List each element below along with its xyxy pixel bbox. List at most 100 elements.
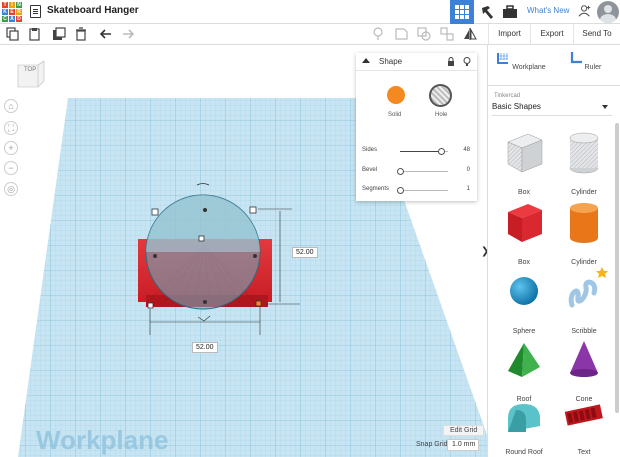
logo-letter: T [2, 2, 8, 8]
shape-label: Box [517, 189, 531, 196]
resize-handle[interactable] [249, 206, 257, 214]
ruler-icon [570, 52, 582, 64]
box-hole-icon [507, 133, 543, 173]
copy-icon[interactable] [6, 27, 20, 41]
shapes-library-panel: Workplane Ruler Tinkercad Basic Shapes B… [487, 45, 620, 457]
zoom-in-icon[interactable]: + [4, 141, 18, 155]
perspective-icon[interactable]: ◎ [4, 182, 18, 196]
edit-toolbar: Import Export Send To [0, 24, 620, 45]
export-button[interactable]: Export [530, 24, 573, 44]
hammer-icon[interactable] [479, 4, 495, 20]
hole-option[interactable] [429, 84, 452, 107]
chevron-down-icon [602, 105, 608, 109]
round-roof-icon [508, 404, 540, 432]
logo-letter: C [2, 16, 8, 22]
height-handle[interactable] [198, 235, 205, 242]
width-dimension-label[interactable]: 52.00 [192, 342, 218, 353]
whats-new-link[interactable]: What's New [527, 6, 569, 15]
workplane-icon [497, 53, 509, 64]
view-cube[interactable] [16, 59, 48, 89]
shape-scribble[interactable]: Scribble [554, 267, 614, 335]
cylinder-icon [570, 203, 598, 243]
undo-icon[interactable] [99, 27, 113, 41]
slider-label: Bevel [362, 167, 378, 173]
shape-box[interactable]: Box [494, 198, 554, 266]
document-title[interactable]: Skateboard Hanger [47, 5, 139, 16]
grid-view-icon[interactable] [450, 0, 474, 24]
light-bulb-icon[interactable] [463, 57, 471, 66]
text-shape-icon [564, 404, 603, 426]
avatar[interactable] [597, 1, 619, 23]
hole-label: Hole [435, 112, 448, 118]
menu-icon[interactable] [30, 5, 41, 18]
tinkercad-logo[interactable]: T I N K E R C A D [2, 2, 22, 22]
snap-grid-select[interactable]: 1.0 mm [447, 439, 479, 451]
resize-handle[interactable] [147, 302, 154, 309]
fit-view-icon[interactable]: ⛶ [4, 121, 18, 135]
divider [488, 85, 620, 86]
workplane-tool[interactable]: Workplane [496, 51, 546, 71]
duplicate-icon[interactable] [52, 27, 66, 41]
group-icon[interactable] [417, 27, 431, 41]
slider-value[interactable]: 48 [463, 147, 470, 153]
shape-inspector-panel: Shape Solid Hole Sides 48 Bevel 0 Segmen… [356, 53, 477, 201]
shape-cylinder-hole[interactable]: Cylinder [554, 128, 614, 196]
segments-slider[interactable]: Segments 1 [362, 185, 472, 197]
ruler-tool[interactable]: Ruler [560, 51, 610, 71]
edit-grid-button[interactable]: Edit Grid [443, 425, 485, 436]
library-select[interactable]: Basic Shapes [492, 100, 612, 116]
logo-letter: R [16, 9, 22, 15]
solid-option[interactable] [387, 86, 405, 104]
library-scrollbar[interactable] [615, 123, 619, 413]
ruler-tool-label: Ruler [584, 64, 602, 71]
align-icon[interactable] [463, 27, 477, 41]
add-user-icon[interactable] [578, 4, 592, 18]
home-view-icon[interactable]: ⌂ [4, 99, 18, 113]
briefcase-icon[interactable] [502, 4, 518, 20]
library-source-label: Tinkercad [494, 93, 521, 99]
sphere-icon [510, 277, 538, 305]
slider-knob[interactable] [397, 168, 404, 175]
shape-label: Text [577, 449, 591, 456]
shape-panel-header: Shape [356, 53, 477, 71]
collapse-icon[interactable] [362, 58, 370, 63]
logo-letter: K [2, 9, 8, 15]
slider-label: Segments [362, 186, 390, 192]
redo-icon[interactable] [121, 27, 135, 41]
slider-label: Sides [362, 147, 378, 153]
bevel-slider[interactable]: Bevel 0 [362, 166, 472, 178]
logo-letter: E [9, 9, 15, 15]
slider-value[interactable]: 0 [467, 167, 470, 173]
slider-fill [400, 151, 441, 152]
import-button[interactable]: Import [488, 24, 530, 44]
note-icon[interactable] [394, 27, 408, 41]
workplane-watermark: Workplane [36, 425, 169, 455]
library-select-value: Basic Shapes [492, 102, 541, 111]
shape-box-hole[interactable]: Box [494, 128, 554, 196]
shape-sphere[interactable]: Sphere [494, 267, 554, 335]
send-to-button[interactable]: Send To [573, 24, 620, 44]
shape-label: Box [517, 259, 531, 266]
paste-icon[interactable] [28, 27, 42, 41]
lock-icon[interactable] [447, 57, 455, 66]
workplane-tool-label: Workplane [512, 64, 546, 71]
shape-label: Round Roof [505, 449, 543, 456]
slider-knob[interactable] [437, 148, 445, 155]
shape-round-roof[interactable]: Round Roof [494, 388, 554, 456]
logo-letter: I [9, 2, 15, 8]
delete-icon[interactable] [74, 27, 88, 41]
cone-icon [570, 341, 598, 377]
top-bar: T I N K E R C A D Skateboard Hanger What… [0, 0, 620, 24]
resize-handle[interactable] [151, 208, 159, 216]
shape-text[interactable]: Text [554, 388, 614, 456]
slider-value[interactable]: 1 [467, 186, 470, 192]
scribble-icon [568, 267, 608, 308]
light-icon[interactable] [371, 27, 385, 41]
sides-slider[interactable]: Sides 48 [362, 146, 472, 158]
ungroup-icon[interactable] [440, 27, 454, 41]
height-dimension-label[interactable]: 52.00 [292, 247, 318, 258]
zoom-out-icon[interactable]: − [4, 161, 18, 175]
shape-cylinder[interactable]: Cylinder [554, 198, 614, 266]
resize-handle[interactable] [255, 300, 262, 307]
slider-knob[interactable] [397, 187, 404, 194]
